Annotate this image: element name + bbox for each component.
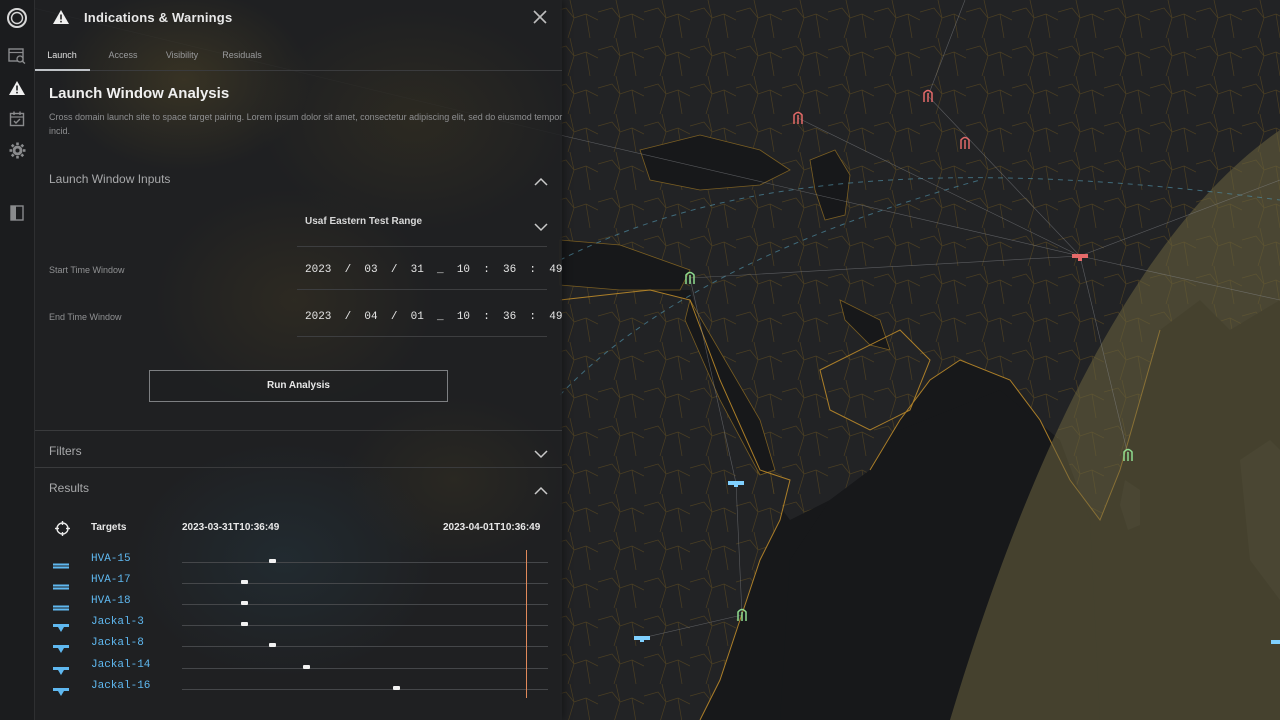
access-window-marker[interactable] xyxy=(268,643,276,648)
access-window-marker[interactable] xyxy=(241,601,249,606)
access-window-marker[interactable] xyxy=(268,559,276,563)
table-row[interactable]: HVA-18 xyxy=(34,595,562,616)
chevron-up-icon[interactable] xyxy=(534,483,548,495)
calendar-check-icon[interactable] xyxy=(0,105,34,133)
timeline-track xyxy=(182,604,548,606)
timeline-track xyxy=(182,667,548,669)
end-time-input[interactable]: 2023 / 04 / 01 _ 10 : 36 : 49 xyxy=(305,311,562,323)
panel-title: Indications & Warnings xyxy=(84,10,233,25)
start-time-label: Start Time Window xyxy=(49,265,125,275)
access-window-marker[interactable] xyxy=(303,664,311,669)
jackal-satellite-icon xyxy=(52,663,70,681)
table-row[interactable]: Jackal-3 xyxy=(34,616,562,637)
window-end-label: 2023-04-01T10:36:49 xyxy=(443,522,541,533)
start-time-underline xyxy=(297,289,547,290)
timeline-track xyxy=(182,562,548,563)
warning-icon[interactable] xyxy=(0,74,34,102)
book-icon[interactable] xyxy=(0,199,34,227)
target-name[interactable]: Jackal-8 xyxy=(91,637,144,649)
timeline-track xyxy=(182,688,548,690)
jackal-satellite-icon xyxy=(52,620,70,638)
timeline-track xyxy=(182,583,548,585)
start-time-input[interactable]: 2023 / 03 / 31 _ 10 : 36 : 49 xyxy=(305,264,562,276)
tab-bar: Launch Access Visibility Residuals xyxy=(34,44,562,71)
target-name[interactable]: Jackal-14 xyxy=(91,659,150,671)
target-name[interactable]: HVA-18 xyxy=(91,595,131,607)
hva-satellite-icon xyxy=(52,578,70,596)
tab-access[interactable]: Access xyxy=(104,44,142,69)
launch-window-inputs-heading: Launch Window Inputs xyxy=(49,172,171,186)
chevron-up-icon[interactable] xyxy=(534,174,548,186)
jackal-satellite-icon xyxy=(52,684,70,702)
target-name[interactable]: HVA-15 xyxy=(91,553,131,565)
search-list-icon[interactable] xyxy=(0,42,34,70)
globe-icon[interactable] xyxy=(0,4,34,32)
hva-satellite-icon xyxy=(52,557,70,575)
access-window-marker[interactable] xyxy=(241,622,249,627)
indications-warnings-panel: Indications & Warnings Launch Access Vis… xyxy=(34,0,562,720)
end-time-underline xyxy=(297,336,547,337)
timeline-track xyxy=(182,646,548,648)
results-heading: Results xyxy=(49,481,90,495)
table-row[interactable]: HVA-17 xyxy=(34,574,562,595)
tab-launch[interactable]: Launch xyxy=(34,44,90,71)
tab-residuals[interactable]: Residuals xyxy=(218,44,266,69)
left-rail xyxy=(0,0,35,720)
targets-column-header: Targets xyxy=(91,522,127,533)
hva-satellite-icon xyxy=(52,599,70,617)
divider xyxy=(34,430,562,431)
run-analysis-button[interactable]: Run Analysis xyxy=(149,370,448,402)
end-time-label: End Time Window xyxy=(49,312,122,322)
section-description: Cross domain launch site to space target… xyxy=(49,112,563,136)
current-time-line xyxy=(526,550,528,698)
target-name[interactable]: Jackal-16 xyxy=(91,680,150,692)
tab-visibility[interactable]: Visibility xyxy=(158,44,206,69)
chevron-down-icon[interactable] xyxy=(534,219,548,232)
target-name[interactable]: HVA-17 xyxy=(91,574,131,586)
table-row[interactable]: Jackal-16 xyxy=(34,680,562,701)
divider xyxy=(34,467,562,468)
warning-triangle-icon xyxy=(52,9,70,30)
crosshair-icon xyxy=(55,521,70,541)
table-row[interactable]: HVA-15 xyxy=(34,553,562,574)
close-icon[interactable] xyxy=(531,8,549,26)
table-row[interactable]: Jackal-14 xyxy=(34,659,562,680)
access-window-marker[interactable] xyxy=(241,580,249,585)
window-start-label: 2023-03-31T10:36:49 xyxy=(182,522,280,533)
panel-header: Indications & Warnings xyxy=(34,0,562,36)
jackal-satellite-icon xyxy=(52,641,70,659)
launch-site-select[interactable]: Usaf Eastern Test Range xyxy=(305,216,422,227)
chevron-down-icon[interactable] xyxy=(534,446,548,459)
timeline-track xyxy=(182,625,548,627)
table-row[interactable]: Jackal-8 xyxy=(34,637,562,658)
target-name[interactable]: Jackal-3 xyxy=(91,616,144,628)
filters-heading[interactable]: Filters xyxy=(49,444,82,458)
gear-icon[interactable] xyxy=(0,136,34,164)
select-underline xyxy=(297,246,547,247)
section-title: Launch Window Analysis xyxy=(49,85,230,102)
access-window-marker[interactable] xyxy=(393,685,401,690)
satellite-blue-3 xyxy=(1271,640,1280,644)
